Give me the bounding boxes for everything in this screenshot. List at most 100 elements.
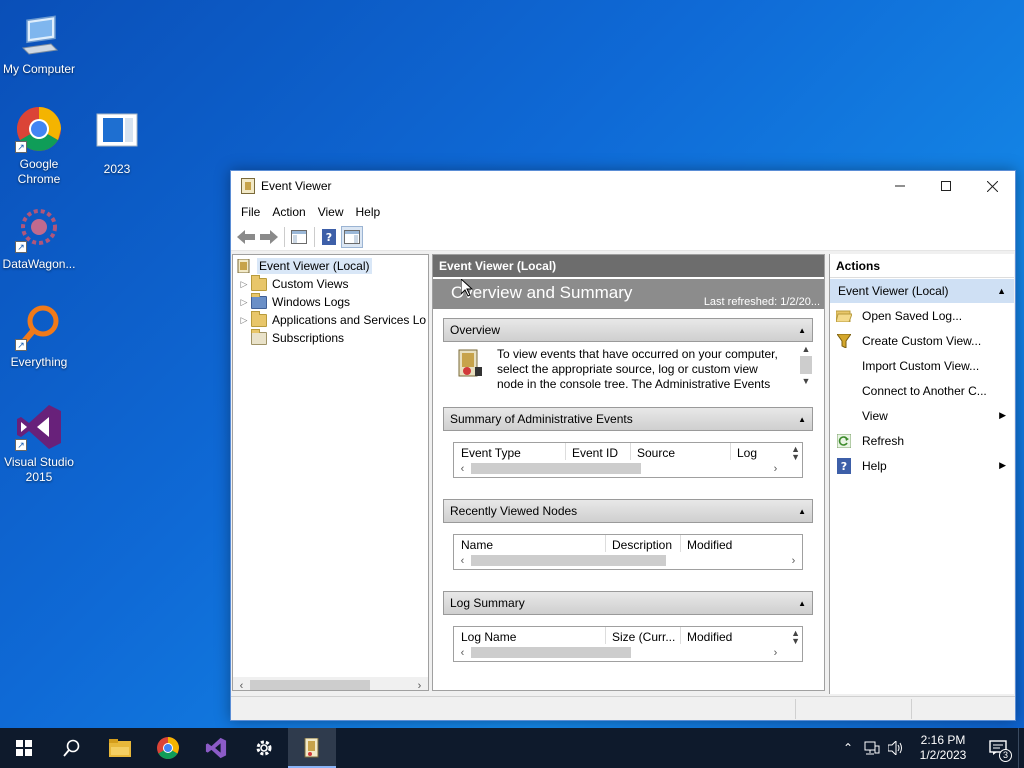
help-button[interactable]: ? [318, 226, 340, 248]
show-hide-console-tree-button[interactable] [288, 226, 310, 248]
tree-horizontal-scrollbar[interactable]: ‹ › [233, 677, 428, 691]
clock[interactable]: 2:16 PM 1/2/2023 [908, 733, 978, 763]
show-hide-action-pane-button[interactable] [341, 225, 363, 248]
tree-item-windows-logs[interactable]: ▷ Windows Logs [233, 292, 428, 311]
collapse-icon[interactable]: ▲ [798, 507, 806, 516]
minimize-button[interactable] [877, 171, 923, 201]
network-icon[interactable] [860, 728, 884, 768]
scroll-left-icon[interactable]: ‹ [454, 463, 471, 475]
collapse-icon[interactable]: ▲ [997, 286, 1006, 296]
grid-horizontal-scrollbar[interactable]: ‹ › [454, 460, 784, 477]
menu-action[interactable]: Action [266, 205, 311, 219]
tree-item-root[interactable]: Event Viewer (Local) [233, 257, 428, 275]
scrollbar-thumb[interactable] [471, 463, 641, 474]
scrollbar-thumb[interactable] [800, 356, 812, 374]
action-create-custom-view[interactable]: Create Custom View... [830, 328, 1014, 353]
grid-horizontal-scrollbar[interactable]: ‹ › [454, 552, 802, 569]
notification-count-badge: 3 [999, 749, 1012, 762]
collapse-icon[interactable]: ▲ [798, 415, 806, 424]
column-header[interactable]: Description [606, 535, 681, 553]
grid-vertical-scrollbar[interactable]: ▲ ▼ [791, 445, 800, 462]
scroll-down-icon[interactable]: ▼ [799, 377, 813, 386]
scroll-left-icon[interactable]: ‹ [454, 647, 471, 659]
event-viewer-icon [241, 178, 255, 194]
action-label: Create Custom View... [862, 333, 982, 348]
show-hidden-icons-button[interactable]: ⌃ [836, 728, 860, 768]
maximize-button[interactable] [923, 171, 969, 201]
scrollbar-thumb[interactable] [250, 680, 370, 690]
status-divider [911, 699, 912, 719]
close-button[interactable] [969, 171, 1015, 201]
scroll-left-icon[interactable]: ‹ [454, 555, 471, 567]
action-label: Open Saved Log... [862, 308, 963, 323]
taskbar-visual-studio[interactable] [192, 728, 240, 768]
desktop-icon-everything[interactable]: ↗ Everything [0, 303, 78, 370]
search-button[interactable] [48, 728, 96, 768]
desktop-icon-label: My Computer [2, 62, 76, 76]
scroll-right-icon[interactable]: › [767, 463, 784, 475]
scroll-right-icon[interactable]: › [785, 555, 802, 567]
section-recent-header[interactable]: Recently Viewed Nodes ▲ [443, 499, 813, 523]
expand-arrow-icon[interactable]: ▷ [237, 279, 251, 290]
column-header[interactable]: Size (Curr... [606, 627, 681, 645]
menu-file[interactable]: File [235, 205, 266, 219]
action-connect-another[interactable]: Connect to Another C... [830, 378, 1014, 403]
column-header[interactable]: Modified [681, 535, 781, 553]
forward-button[interactable] [258, 226, 280, 248]
grid-horizontal-scrollbar[interactable]: ‹ › [454, 644, 784, 661]
action-center-button[interactable]: 3 [978, 728, 1018, 768]
tree-item-custom-views[interactable]: ▷ Custom Views [233, 274, 428, 293]
show-desktop-button[interactable] [1018, 728, 1024, 768]
action-import-custom-view[interactable]: Import Custom View... [830, 353, 1014, 378]
section-summary-header[interactable]: Summary of Administrative Events ▲ [443, 407, 813, 431]
column-header[interactable]: Name [461, 535, 606, 553]
collapse-icon[interactable]: ▲ [798, 599, 806, 608]
taskbar-event-viewer[interactable] [288, 728, 336, 768]
volume-icon[interactable] [884, 728, 908, 768]
computer-icon [15, 10, 63, 58]
desktop-icon-my-computer[interactable]: My Computer [0, 10, 78, 77]
scrollbar-thumb[interactable] [471, 647, 631, 658]
tree-item-applications-services[interactable]: ▷ Applications and Services Lo [233, 310, 428, 329]
scroll-up-icon[interactable]: ▲ [799, 345, 813, 354]
collapse-icon[interactable]: ▲ [798, 326, 806, 335]
taskbar-chrome[interactable] [144, 728, 192, 768]
scroll-right-icon[interactable]: › [411, 680, 428, 691]
expand-arrow-icon[interactable]: ▷ [237, 297, 251, 308]
expand-arrow-icon[interactable]: ▷ [237, 315, 251, 326]
scrollbar-thumb[interactable] [471, 555, 666, 566]
taskbar-settings[interactable] [240, 728, 288, 768]
document-icon [93, 110, 141, 158]
action-open-saved-log[interactable]: Open Saved Log... [830, 303, 1014, 328]
desktop-icon-google-chrome[interactable]: ↗ Google Chrome [0, 105, 78, 187]
tree-item-subscriptions[interactable]: Subscriptions [233, 328, 428, 347]
desktop-icon-label: DataWagon... [2, 257, 76, 271]
action-view[interactable]: View ▶ [830, 403, 1014, 428]
start-button[interactable] [0, 728, 48, 768]
clock-time: 2:16 PM [920, 733, 966, 747]
desktop-icon-datawagon[interactable]: ↗ DataWagon... [0, 205, 78, 272]
column-header[interactable]: Event Type [461, 443, 566, 461]
column-header[interactable]: Event ID [566, 443, 631, 461]
column-header[interactable]: Modified [681, 627, 781, 645]
action-refresh[interactable]: Refresh [830, 428, 1014, 453]
section-log-summary-header[interactable]: Log Summary ▲ [443, 591, 813, 615]
title-bar[interactable]: Event Viewer [231, 171, 1015, 201]
action-help[interactable]: ? Help ▶ [830, 453, 1014, 478]
overview-scrollbar[interactable]: ▲ ▼ [799, 345, 813, 391]
scroll-right-icon[interactable]: › [767, 647, 784, 659]
scroll-left-icon[interactable]: ‹ [233, 680, 250, 691]
grid-vertical-scrollbar[interactable]: ▲ ▼ [791, 629, 800, 646]
column-header[interactable]: Source [631, 443, 731, 461]
column-header[interactable]: Log Name [461, 627, 606, 645]
back-button[interactable] [235, 226, 257, 248]
desktop-icon-2023[interactable]: 2023 [78, 110, 156, 177]
desktop-icon-visual-studio[interactable]: ↗ Visual Studio 2015 [0, 403, 78, 485]
event-viewer-log-icon [457, 349, 483, 382]
menu-help[interactable]: Help [350, 205, 387, 219]
section-overview-header[interactable]: Overview ▲ [443, 318, 813, 342]
menu-view[interactable]: View [312, 205, 350, 219]
column-header[interactable]: Log [731, 443, 781, 461]
actions-subheader[interactable]: Event Viewer (Local) ▲ [830, 279, 1014, 303]
taskbar-file-explorer[interactable] [96, 728, 144, 768]
